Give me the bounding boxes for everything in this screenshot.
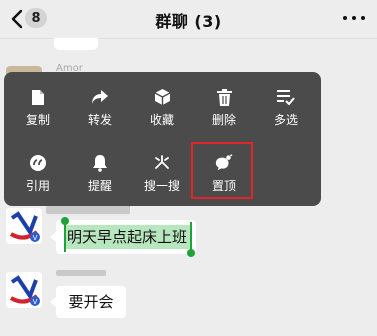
- menu-item-favorite[interactable]: 收藏: [132, 88, 192, 138]
- chat-header: 8 群聊 (3): [0, 0, 377, 39]
- multi-select-icon: [277, 88, 295, 106]
- chat-title: 群聊 (3): [155, 12, 222, 31]
- quote-icon: [29, 154, 47, 172]
- sender-name-placeholder: [56, 270, 106, 276]
- copy-icon: [29, 88, 47, 106]
- avatar[interactable]: V: [6, 272, 42, 308]
- menu-item-pin-top[interactable]: 置顶: [194, 154, 254, 204]
- avatar[interactable]: V: [6, 208, 42, 244]
- bell-icon: [91, 154, 109, 172]
- selected-message-text[interactable]: 明天早点起床上班: [64, 225, 191, 249]
- favorite-icon: [153, 88, 171, 106]
- message-context-menu: 复制 转发 收藏 删除 多选 引用 提醒 搜一搜 置顶: [4, 72, 321, 206]
- menu-item-search[interactable]: 搜一搜: [132, 154, 192, 204]
- more-options-icon[interactable]: [343, 14, 365, 22]
- sender-name-placeholder: [46, 206, 130, 214]
- menu-item-quote[interactable]: 引用: [8, 154, 68, 204]
- message-bubble[interactable]: 要开会: [56, 286, 126, 318]
- previous-message-bubble[interactable]: [54, 38, 98, 50]
- menu-item-delete[interactable]: 删除: [194, 88, 254, 138]
- selected-message-bubble[interactable]: 明天早点起床上班: [56, 220, 196, 254]
- selection-start-handle[interactable]: [61, 217, 69, 225]
- delete-icon: [215, 88, 233, 106]
- selection-end-line: [190, 222, 192, 252]
- menu-item-copy[interactable]: 复制: [8, 88, 68, 138]
- forward-icon: [91, 88, 109, 106]
- svg-text:V: V: [33, 234, 38, 242]
- menu-item-multi-select[interactable]: 多选: [256, 88, 316, 138]
- menu-item-forward[interactable]: 转发: [70, 88, 130, 138]
- selection-start-line: [64, 222, 66, 252]
- search-icon: [153, 154, 171, 172]
- selection-end-handle[interactable]: [187, 249, 195, 257]
- svg-text:V: V: [33, 298, 38, 306]
- pin-top-icon: [215, 154, 233, 172]
- menu-item-remind[interactable]: 提醒: [70, 154, 130, 204]
